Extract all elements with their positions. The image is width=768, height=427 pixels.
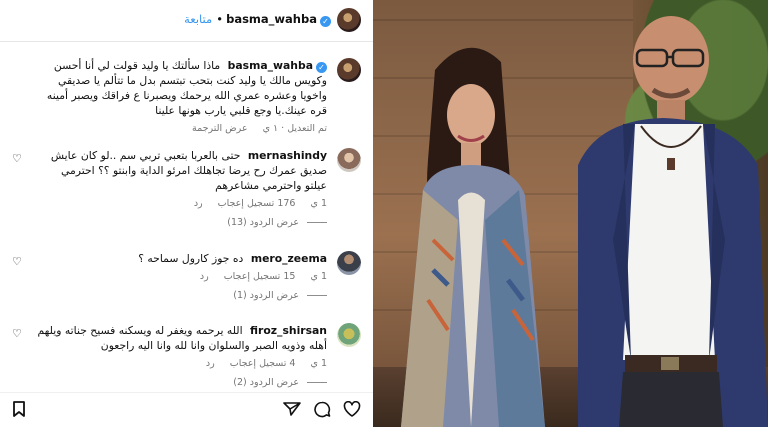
comment-likes[interactable]: 15 تسجيل إعجاب — [224, 271, 296, 282]
photo-people — [401, 16, 768, 427]
comment-avatar[interactable] — [337, 323, 361, 347]
comment-avatar[interactable] — [337, 251, 361, 275]
like-comment-icon[interactable]: ♡ — [12, 152, 22, 165]
view-replies-button[interactable]: عرض الردود (1) — [37, 290, 327, 301]
author-username-text[interactable]: basma_wahba — [226, 12, 317, 26]
verified-badge-icon: ✓ — [316, 62, 327, 73]
see-translation-link[interactable]: عرض الترجمة — [192, 123, 248, 134]
post-header: basma_wahba ✓ • متابعة — [0, 0, 373, 42]
comment-meta: 1 ي 15 تسجيل إعجاب رد — [37, 271, 327, 282]
like-icon[interactable] — [343, 400, 361, 421]
comment-item: firoz_shirsan الله يرحمه ويغفر له ويسكنه… — [12, 323, 361, 388]
comment-age: 1 ي — [310, 358, 327, 369]
like-comment-icon[interactable]: ♡ — [12, 255, 22, 268]
comment-age: 1 ي — [310, 198, 327, 209]
action-bar — [0, 392, 373, 427]
comment-text: firoz_shirsan الله يرحمه ويغفر له ويسكنه… — [37, 323, 327, 353]
comment-item: mernashindy حتى بالعربا بتعبي تربي سم ..… — [12, 148, 361, 228]
comment-username[interactable]: mernashindy — [248, 149, 327, 162]
comment-meta: 1 ي 4 تسجيل إعجاب رد — [37, 358, 327, 369]
comment-likes[interactable]: 4 تسجيل إعجاب — [230, 358, 296, 369]
comment-likes[interactable]: 176 تسجيل إعجاب — [218, 198, 296, 209]
caption-edited: تم التعديل · ١ ي — [262, 123, 327, 134]
reply-button[interactable]: رد — [194, 198, 203, 209]
share-icon[interactable] — [283, 401, 301, 421]
author-avatar[interactable] — [337, 8, 361, 32]
comment-text: mernashindy حتى بالعربا بتعبي تربي سم ..… — [37, 148, 327, 193]
caption-username-text[interactable]: basma_wahba — [228, 59, 313, 72]
caption-username[interactable]: basma_wahba ✓ — [228, 59, 327, 73]
comment-username[interactable]: mero_zeema — [251, 252, 327, 265]
author-username[interactable]: basma_wahba ✓ — [226, 12, 331, 27]
comments-panel: basma_wahba ✓ •متابعة basma_wahba ✓ ماذا س… — [0, 0, 373, 427]
replies-line — [307, 222, 327, 223]
post-photo[interactable] — [373, 0, 768, 427]
comment-item: mero_zeema ده جوز كارول سماحه ؟ 1 ي 15 ت… — [12, 251, 361, 301]
comment-body: ده جوز كارول سماحه ؟ — [138, 252, 244, 265]
comment-icon[interactable] — [313, 401, 331, 422]
bookmark-icon[interactable] — [12, 401, 26, 421]
comment-meta: 1 ي 176 تسجيل إعجاب رد — [37, 198, 327, 209]
view-replies-label[interactable]: عرض الردود (13) — [227, 217, 299, 228]
caption-text: basma_wahba ✓ ماذا سألتك يا وليد قولت لي … — [37, 58, 327, 118]
caption-entry: basma_wahba ✓ ماذا سألتك يا وليد قولت لي … — [12, 58, 361, 134]
separator-dot: • — [216, 12, 223, 26]
verified-badge-icon: ✓ — [320, 16, 331, 27]
follow-button[interactable]: • متابعة — [184, 12, 223, 26]
replies-line — [307, 295, 327, 296]
caption-avatar[interactable] — [337, 58, 361, 82]
comment-text: mero_zeema ده جوز كارول سماحه ؟ — [37, 251, 327, 266]
view-replies-label[interactable]: عرض الردود (1) — [233, 290, 299, 301]
like-comment-icon[interactable]: ♡ — [12, 327, 22, 340]
comment-avatar[interactable] — [337, 148, 361, 172]
view-replies-label[interactable]: عرض الردود (2) — [233, 377, 299, 388]
replies-line — [307, 382, 327, 383]
comment-username[interactable]: firoz_shirsan — [250, 324, 327, 337]
view-replies-button[interactable]: عرض الردود (2) — [37, 377, 327, 388]
follow-label[interactable]: متابعة — [184, 12, 212, 26]
reply-button[interactable]: رد — [206, 358, 215, 369]
view-replies-button[interactable]: عرض الردود (13) — [37, 217, 327, 228]
caption-meta: تم التعديل · ١ ي عرض الترجمة — [37, 123, 327, 134]
comment-age: 1 ي — [310, 271, 327, 282]
reply-button[interactable]: رد — [200, 271, 209, 282]
